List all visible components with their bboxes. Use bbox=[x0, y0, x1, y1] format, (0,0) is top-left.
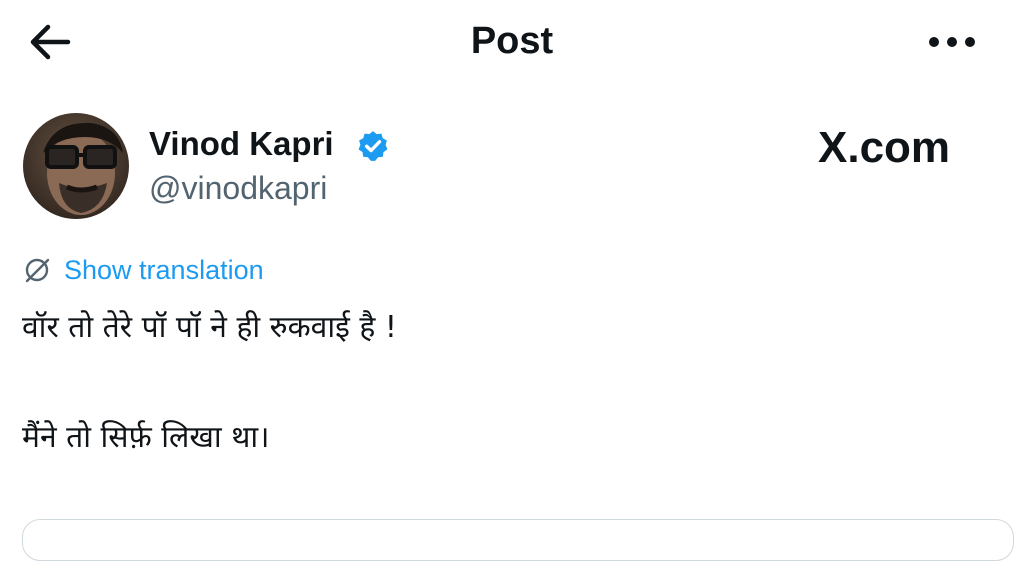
back-button[interactable] bbox=[26, 20, 74, 64]
author-name[interactable]: Vinod Kapri bbox=[149, 124, 334, 164]
embedded-card-edge bbox=[22, 519, 1014, 561]
top-bar: Post bbox=[0, 0, 1024, 84]
author-avatar[interactable] bbox=[23, 113, 129, 219]
arrow-left-icon bbox=[30, 24, 71, 60]
page-title: Post bbox=[470, 20, 554, 62]
verified-badge-icon bbox=[358, 131, 388, 161]
watermark-text: X.com bbox=[818, 123, 951, 172]
translate-globe-icon bbox=[25, 258, 50, 283]
author-handle[interactable]: @vinodkapri bbox=[149, 168, 327, 208]
show-translation-label: Show translation bbox=[64, 254, 264, 285]
post-text-line-1: वॉर तो तेरे पॉ पॉ ने ही रुकवाई है ! bbox=[22, 310, 397, 345]
post-text-line-2: मैंने तो सिर्फ़ लिखा था। bbox=[22, 420, 270, 455]
x-watermark: X.com bbox=[818, 122, 950, 174]
more-horizontal-icon bbox=[929, 37, 975, 47]
avatar-image bbox=[23, 113, 129, 219]
show-translation-link[interactable]: Show translation bbox=[22, 252, 264, 288]
more-options-button[interactable] bbox=[922, 24, 982, 60]
